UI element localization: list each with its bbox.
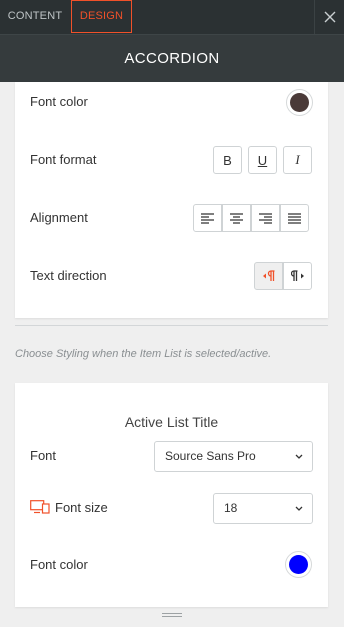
align-right-icon [259,212,272,224]
font-color-swatch [290,93,309,112]
rtl-direction-button[interactable] [283,262,312,290]
chevron-down-icon [295,494,303,523]
align-left-button[interactable] [193,204,222,232]
font-label: Font [30,448,57,463]
resize-handle[interactable] [162,613,182,619]
bold-icon: B [223,152,232,168]
align-center-icon [230,212,243,224]
font-size-select[interactable]: 18 [213,493,313,524]
italic-button[interactable]: I [283,146,312,174]
resize-grip-line [162,613,182,614]
close-icon [324,11,335,23]
chevron-down-icon [295,442,303,471]
align-center-button[interactable] [222,204,251,232]
active-font-color-picker[interactable] [285,551,312,578]
active-font-color-swatch [289,555,308,574]
tab-content[interactable]: CONTENT [0,0,70,33]
align-right-button[interactable] [251,204,280,232]
section-divider [15,325,328,326]
align-justify-icon [288,212,301,224]
text-direction-label: Text direction [30,268,107,283]
responsive-devices-icon [30,500,50,514]
underline-button[interactable]: U [248,146,277,174]
active-list-card: Active List Title Font Source Sans Pro F… [15,383,328,607]
resize-grip-line [162,616,182,617]
font-color-picker[interactable] [286,89,313,116]
active-list-title: Active List Title [124,414,219,430]
font-format-label: Font format [30,152,97,167]
italic-icon: I [295,152,300,167]
align-left-icon [201,212,214,224]
underline-icon: U [257,152,268,168]
rtl-direction-icon [290,270,304,281]
font-select[interactable]: Source Sans Pro [154,441,313,472]
font-color-label: Font color [30,94,88,109]
panel-title: ACCORDION [124,50,220,67]
font-size-label: Font size [55,500,108,515]
bold-button[interactable]: B [213,146,242,174]
panel-header: ACCORDION [0,34,344,82]
close-button[interactable] [314,0,344,34]
tab-bar: CONTENT DESIGN [0,0,344,34]
tab-design[interactable]: DESIGN [71,0,132,33]
text-design-card: Font color Font format B U I Alignment T… [15,82,328,318]
alignment-label: Alignment [30,210,88,225]
font-size-value: 18 [224,501,238,515]
active-styling-note: Choose Styling when the Item List is sel… [15,348,272,360]
align-justify-button[interactable] [280,204,309,232]
ltr-direction-icon [262,270,274,281]
font-select-value: Source Sans Pro [165,449,256,463]
active-font-color-label: Font color [30,557,88,572]
ltr-direction-button[interactable] [254,262,283,290]
